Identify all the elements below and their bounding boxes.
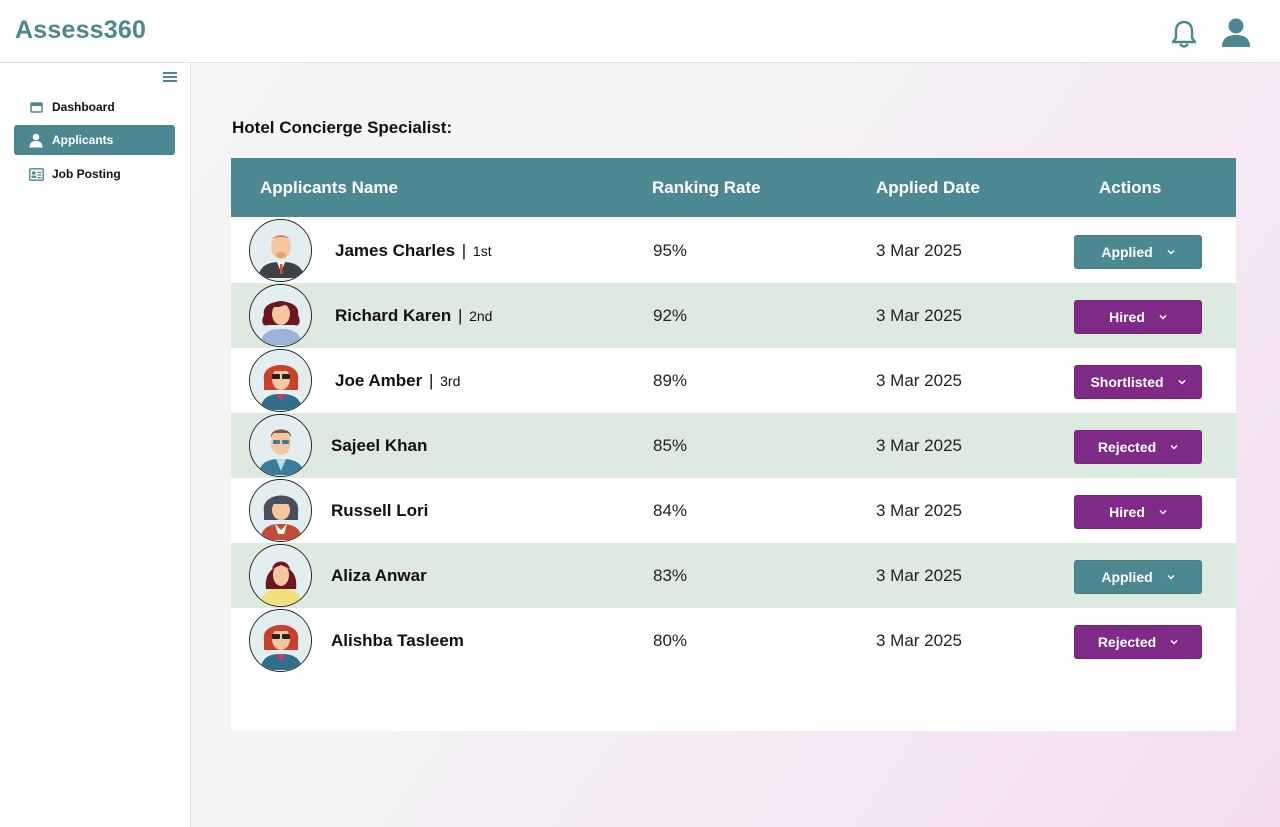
sidebar-item-label: Job Posting	[52, 167, 121, 181]
sidebar-item-applicants[interactable]: Applicants	[14, 125, 175, 155]
avatar	[249, 284, 312, 347]
calendar-icon	[28, 99, 44, 115]
table-row: Aliza Anwar 83% 3 Mar 2025 Applied	[231, 543, 1236, 608]
avatar	[249, 414, 312, 477]
applied-date: 3 Mar 2025	[876, 631, 962, 650]
header-ranking-rate: Ranking Rate	[652, 178, 761, 197]
applied-date: 3 Mar 2025	[876, 501, 962, 520]
table-row: James Charles | 1st 95% 3 Mar 2025 Appli…	[231, 218, 1236, 283]
chevron-down-icon	[1159, 509, 1167, 515]
chevron-down-icon	[1170, 444, 1178, 450]
main-content: Hotel Concierge Specialist: Applicants N…	[191, 63, 1280, 827]
avatar	[249, 219, 312, 282]
applied-date: 3 Mar 2025	[876, 241, 962, 260]
applicants-table: Applicants Name Ranking Rate Applied Dat…	[231, 158, 1236, 731]
rank-position: 3rd	[440, 373, 461, 389]
table-header: Applicants Name Ranking Rate Applied Dat…	[231, 158, 1236, 217]
table-row: Richard Karen | 2nd 92% 3 Mar 2025 Hired	[231, 283, 1236, 348]
status-dropdown-button[interactable]: Rejected	[1074, 430, 1202, 464]
applicant-name: Alishba Tasleem	[331, 631, 464, 650]
sidebar-item-label: Dashboard	[52, 100, 115, 114]
brand-logo[interactable]: Assess360	[15, 16, 146, 45]
status-dropdown-button[interactable]: Rejected	[1074, 625, 1202, 659]
sidebar-item-label: Applicants	[52, 133, 114, 147]
avatar	[249, 479, 312, 542]
ranking-rate: 89%	[653, 371, 688, 390]
chevron-down-icon	[1167, 574, 1175, 580]
sidebar-item-dashboard[interactable]: Dashboard	[14, 92, 175, 122]
person-icon	[28, 132, 44, 148]
chevron-down-icon	[1170, 639, 1178, 645]
header-applied-date: Applied Date	[876, 178, 980, 197]
header-actions: Actions	[1099, 178, 1162, 197]
chevron-down-icon	[1178, 379, 1186, 385]
header-applicants-name: Applicants Name	[260, 178, 398, 197]
applied-date: 3 Mar 2025	[876, 566, 962, 585]
ranking-rate: 92%	[653, 306, 688, 325]
table-row: Russell Lori 84% 3 Mar 2025 Hired	[231, 478, 1236, 543]
ranking-rate: 83%	[653, 566, 688, 585]
page-title: Hotel Concierge Specialist:	[232, 118, 453, 137]
status-dropdown-button[interactable]: Applied	[1074, 235, 1202, 269]
applicant-name: Sajeel Khan	[331, 436, 428, 455]
status-dropdown-button[interactable]: Hired	[1074, 495, 1202, 529]
avatar	[249, 544, 312, 607]
applied-date: 3 Mar 2025	[876, 306, 962, 325]
applied-date: 3 Mar 2025	[876, 436, 962, 455]
sidebar-item-job-posting[interactable]: Job Posting	[14, 159, 175, 189]
status-dropdown-button[interactable]: Shortlisted	[1074, 365, 1202, 399]
applicant-name: Aliza Anwar	[331, 566, 427, 585]
chevron-down-icon	[1159, 314, 1167, 320]
avatar	[249, 609, 312, 672]
table-row: Joe Amber | 3rd 89% 3 Mar 2025 Shortlist…	[231, 348, 1236, 413]
user-profile-icon[interactable]	[1220, 17, 1252, 49]
id-card-icon	[28, 166, 44, 182]
bell-icon[interactable]	[1170, 19, 1198, 49]
rank-position: 2nd	[469, 308, 493, 324]
chevron-down-icon	[1167, 249, 1175, 255]
applicant-name: Joe Amber | 3rd	[335, 371, 461, 390]
ranking-rate: 84%	[653, 501, 688, 520]
ranking-rate: 80%	[653, 631, 688, 650]
applied-date: 3 Mar 2025	[876, 371, 962, 390]
applicant-name: Russell Lori	[331, 501, 429, 520]
rank-position: 1st	[472, 243, 492, 259]
ranking-rate: 95%	[653, 241, 688, 260]
status-dropdown-button[interactable]: Hired	[1074, 300, 1202, 334]
table-row: Alishba Tasleem 80% 3 Mar 2025 Rejected	[231, 608, 1236, 673]
top-bar: Assess360	[0, 0, 1280, 63]
applicant-name: James Charles | 1st	[335, 241, 492, 260]
ranking-rate: 85%	[653, 436, 688, 455]
menu-toggle-icon[interactable]	[163, 70, 179, 84]
sidebar: Dashboard Applicants Job Posting	[0, 63, 191, 827]
avatar	[249, 349, 312, 412]
applicant-name: Richard Karen | 2nd	[335, 306, 493, 325]
status-dropdown-button[interactable]: Applied	[1074, 560, 1202, 594]
table-row: Sajeel Khan 85% 3 Mar 2025 Rejected	[231, 413, 1236, 478]
